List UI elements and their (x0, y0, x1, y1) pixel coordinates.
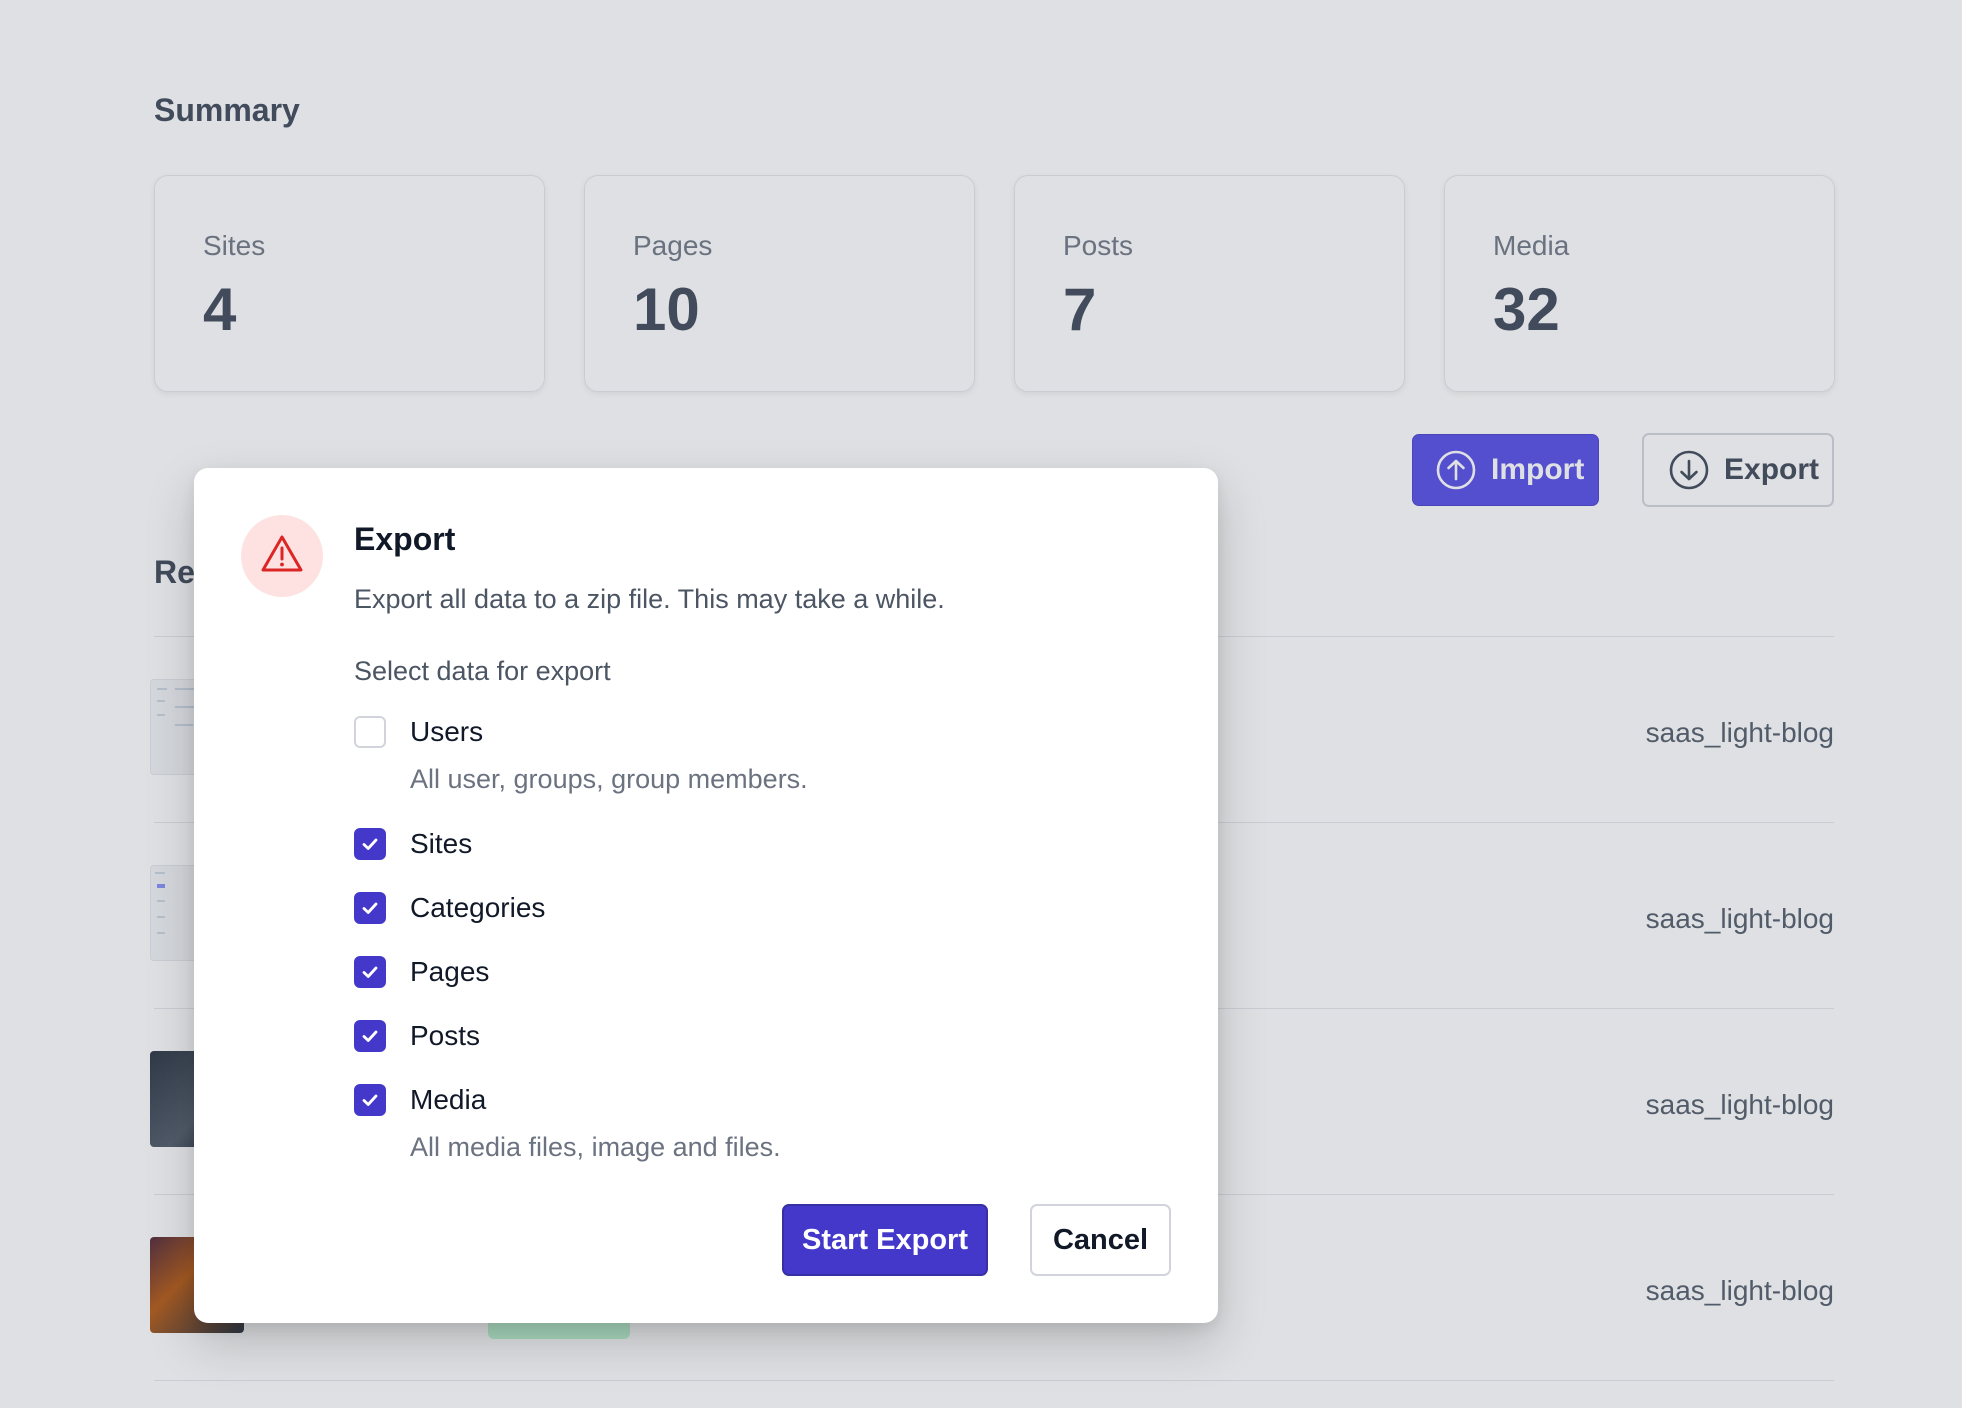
media-checkbox[interactable] (354, 1084, 386, 1116)
check-icon (362, 1094, 378, 1106)
dialog-description: Export all data to a zip file. This may … (354, 584, 945, 614)
check-icon (362, 838, 378, 850)
check-icon (362, 966, 378, 978)
option-sites[interactable]: Sites (354, 828, 472, 860)
dialog-title: Export (354, 521, 456, 557)
warning-triangle-icon (260, 534, 304, 579)
select-data-label: Select data for export (354, 656, 611, 686)
page: Summary Sites 4 Pages 10 Posts 7 Media 3… (0, 0, 1962, 1408)
option-label: Posts (410, 1020, 481, 1051)
option-media[interactable]: Media (354, 1084, 486, 1116)
start-export-button[interactable]: Start Export (782, 1204, 988, 1276)
option-label: Pages (410, 956, 490, 987)
option-label: Sites (410, 828, 473, 859)
pages-checkbox[interactable] (354, 956, 386, 988)
sites-checkbox[interactable] (354, 828, 386, 860)
option-users[interactable]: Users (354, 716, 483, 748)
media-description: All media files, image and files. (410, 1132, 781, 1162)
users-checkbox[interactable] (354, 716, 386, 748)
option-label: Users (410, 716, 484, 747)
posts-checkbox[interactable] (354, 1020, 386, 1052)
cancel-button[interactable]: Cancel (1030, 1204, 1171, 1276)
check-icon (362, 1030, 378, 1042)
warning-badge (241, 515, 323, 597)
option-pages[interactable]: Pages (354, 956, 489, 988)
option-label: Categories (410, 892, 546, 923)
check-icon (362, 902, 378, 914)
export-dialog: Export Export all data to a zip file. Th… (194, 468, 1218, 1323)
option-posts[interactable]: Posts (354, 1020, 480, 1052)
option-categories[interactable]: Categories (354, 892, 545, 924)
option-label: Media (410, 1084, 487, 1115)
users-description: All user, groups, group members. (410, 764, 808, 794)
categories-checkbox[interactable] (354, 892, 386, 924)
